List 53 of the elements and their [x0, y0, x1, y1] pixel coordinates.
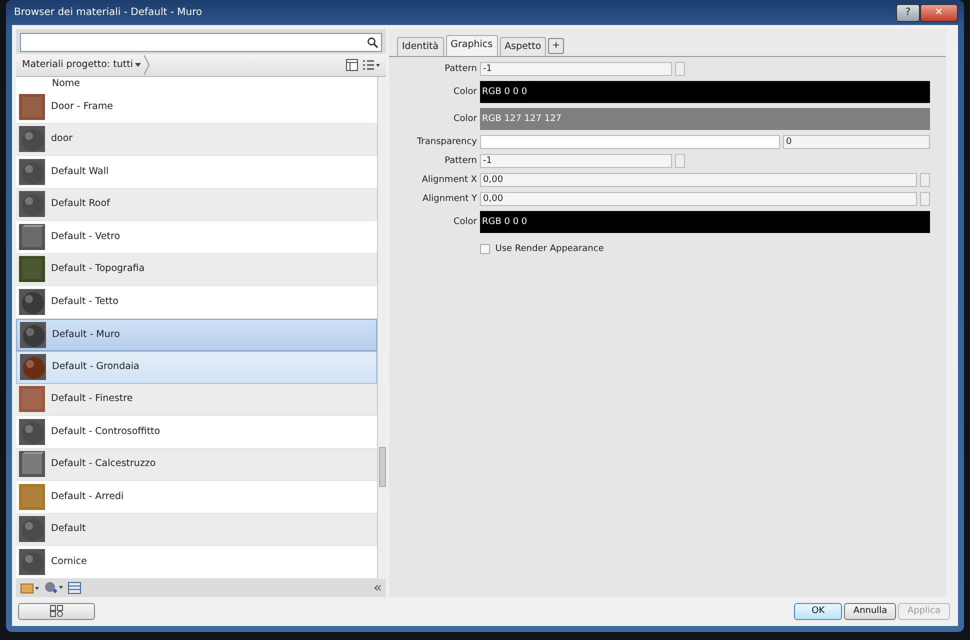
help-button[interactable]: ?: [896, 4, 920, 22]
collapse-toggle[interactable]: «: [373, 580, 382, 594]
material-row[interactable]: Default - Topografia: [16, 254, 377, 286]
field-label: Alignment X: [420, 174, 477, 186]
column-header: Nome: [51, 77, 82, 91]
spin-buttons[interactable]: [675, 62, 685, 76]
color-swatch[interactable]: RGB 127 127 127: [480, 108, 930, 130]
field-label: Color: [452, 216, 477, 228]
add-tab-button[interactable]: +: [548, 38, 564, 54]
search-icon: [367, 37, 378, 48]
add-material-icon[interactable]: [44, 581, 64, 594]
tab[interactable]: Aspetto: [500, 37, 546, 56]
input-field[interactable]: 0,00: [480, 192, 917, 206]
tab[interactable]: Identità: [397, 37, 444, 56]
checkbox-label: Use Render Appearance: [495, 242, 604, 256]
color-swatch[interactable]: RGB 0 0 0: [480, 81, 930, 104]
folder-icon[interactable]: [20, 582, 40, 594]
field-label: Color: [452, 86, 477, 98]
field-label: Transparency: [416, 136, 477, 148]
input-field[interactable]: -1: [480, 62, 672, 76]
caret-icon: [135, 63, 142, 67]
scrollbar[interactable]: [377, 77, 386, 578]
checkbox[interactable]: [480, 244, 490, 254]
panel-icon[interactable]: [68, 582, 81, 594]
tab[interactable]: Graphics: [446, 35, 498, 56]
material-row[interactable]: Default - Finestre: [16, 384, 377, 416]
panel-layout-icon[interactable]: [346, 59, 358, 71]
material-row[interactable]: door: [16, 124, 377, 156]
library-toggle-button[interactable]: [18, 602, 95, 620]
field-label: Alignment Y: [422, 192, 477, 206]
search-field[interactable]: [20, 33, 382, 52]
list-view-icon[interactable]: [362, 59, 380, 71]
material-row[interactable]: Default - Calcestruzzo: [16, 448, 377, 481]
spin-buttons[interactable]: [920, 173, 930, 188]
color-swatch[interactable]: RGB 0 0 0: [480, 211, 930, 234]
input-field[interactable]: 0,00: [480, 173, 917, 188]
field-label: Pattern: [444, 154, 477, 168]
window-title: Browser dei materiali - Default - Muro: [13, 6, 202, 20]
dialog-button[interactable]: Annulla: [844, 602, 896, 620]
ok-button[interactable]: OK: [794, 602, 842, 620]
input-field[interactable]: -1: [480, 154, 672, 168]
field-label: Color: [452, 112, 477, 126]
material-row[interactable]: Default - Grondaia: [16, 351, 377, 384]
material-row[interactable]: Default: [16, 514, 377, 546]
material-row[interactable]: Cornice: [16, 546, 377, 578]
slider-track[interactable]: [480, 135, 780, 150]
spin-buttons[interactable]: [675, 154, 685, 168]
spin-buttons[interactable]: [920, 192, 930, 206]
material-row[interactable]: Default - Muro: [16, 318, 377, 351]
field-label: Pattern: [444, 62, 477, 76]
library-icon: [50, 605, 64, 618]
material-row[interactable]: Default Roof: [16, 188, 377, 221]
input-field[interactable]: 0: [783, 135, 930, 150]
